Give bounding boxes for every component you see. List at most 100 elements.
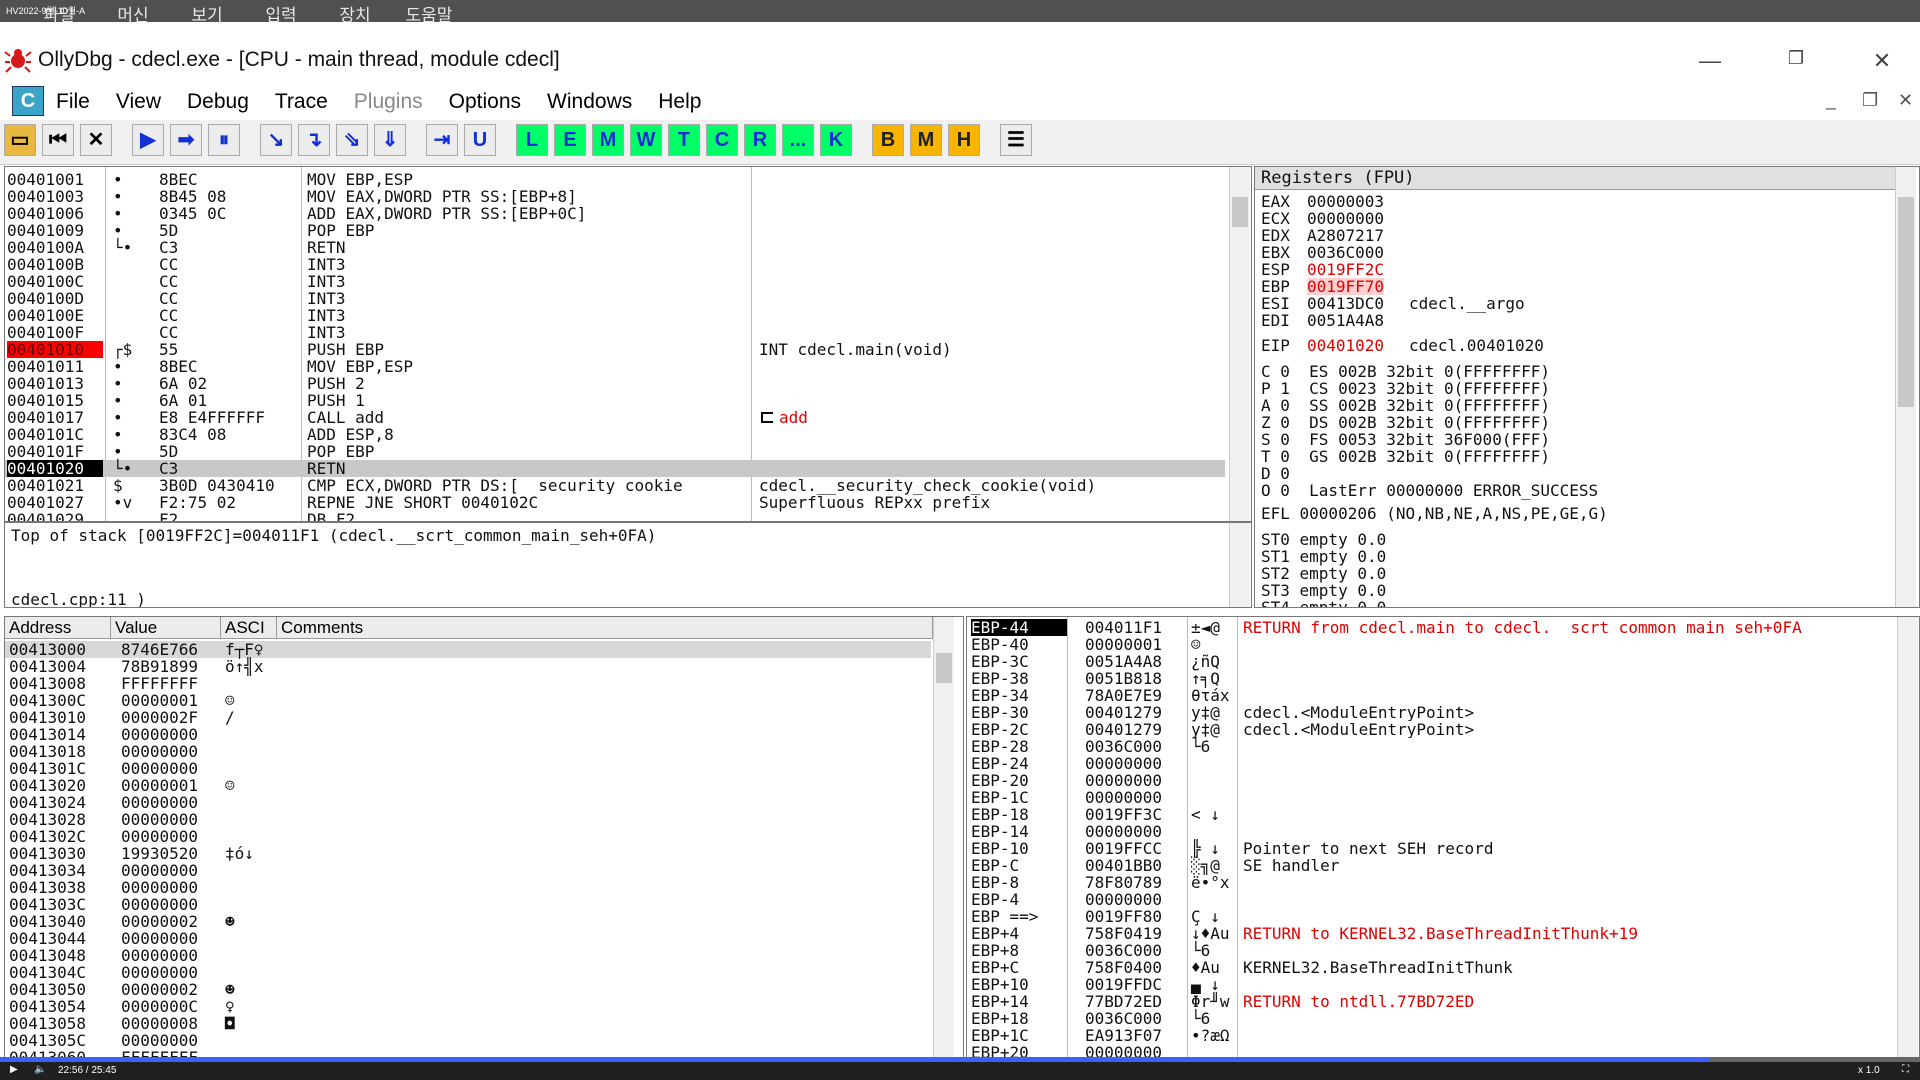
- fpu-row[interactable]: ST1 empty 0.0: [1261, 548, 1386, 565]
- stack-offset[interactable]: EBP+8: [971, 942, 1067, 959]
- dump-address[interactable]: 00413054: [9, 998, 86, 1015]
- execute-till-return-icon[interactable]: ⇥: [426, 124, 458, 156]
- stack-value[interactable]: 0019FF80: [1085, 908, 1162, 925]
- cpu-window-button[interactable]: C: [12, 86, 44, 116]
- flag-row[interactable]: C 0 ES 002B 32bit 0(FFFFFFFF): [1261, 363, 1550, 380]
- menu-help[interactable]: Help: [658, 90, 701, 114]
- eflags-row[interactable]: EFL 00000206 (NO,NB,NE,A,NS,PE,GE,G): [1261, 505, 1608, 522]
- stack-value[interactable]: 00000000: [1085, 1044, 1162, 1057]
- dump-value[interactable]: 00000000: [121, 811, 198, 828]
- dump-value[interactable]: 00000008: [121, 1015, 198, 1032]
- dump-address[interactable]: 00413028: [9, 811, 86, 828]
- dump-address[interactable]: 0041302C: [9, 828, 86, 845]
- dump-address[interactable]: 0041301C: [9, 760, 86, 777]
- stack-offset[interactable]: EBP-28: [971, 738, 1067, 755]
- vm-menu-item[interactable]: 입력: [244, 1, 318, 26]
- step-over-icon[interactable]: ↴: [298, 124, 330, 156]
- dump-address[interactable]: 00413024: [9, 794, 86, 811]
- stack-offset[interactable]: EBP+1C: [971, 1027, 1067, 1044]
- stack-value[interactable]: 0036C000: [1085, 942, 1162, 959]
- stack-value[interactable]: 0036C000: [1085, 738, 1162, 755]
- dump-address[interactable]: 00413058: [9, 1015, 86, 1032]
- stack-value[interactable]: 77BD72ED: [1085, 993, 1162, 1010]
- stack-value[interactable]: 0036C000: [1085, 1010, 1162, 1027]
- dump-value[interactable]: 00000001: [121, 777, 198, 794]
- dump-value[interactable]: 00000001: [121, 692, 198, 709]
- mdi-close-icon[interactable]: ✕: [1898, 90, 1913, 111]
- dump-value[interactable]: 0000002F: [121, 709, 198, 726]
- register-value-eip[interactable]: 00401020: [1307, 337, 1384, 354]
- stack-value[interactable]: 0051B818: [1085, 670, 1162, 687]
- step-into-icon[interactable]: ↘: [260, 124, 292, 156]
- dump-address[interactable]: 00413020: [9, 777, 86, 794]
- stack-value[interactable]: 758F0400: [1085, 959, 1162, 976]
- stack-value[interactable]: 00000000: [1085, 789, 1162, 806]
- menu-file[interactable]: File: [56, 90, 90, 114]
- stack-offset[interactable]: EBP+18: [971, 1010, 1067, 1027]
- stack-offset[interactable]: EBP+C: [971, 959, 1067, 976]
- stack-offset[interactable]: EBP-10: [971, 840, 1067, 857]
- mdi-restore-icon[interactable]: ❐: [1862, 90, 1878, 111]
- dump-value[interactable]: 0000000C: [121, 998, 198, 1015]
- stack-offset[interactable]: EBP-38: [971, 670, 1067, 687]
- flag-row[interactable]: S 0 FS 0053 32bit 36F000(FFF): [1261, 431, 1550, 448]
- close-icon[interactable]: ✕: [1862, 48, 1902, 74]
- register-value[interactable]: 00000003: [1307, 193, 1384, 210]
- stack-offset[interactable]: EBP-14: [971, 823, 1067, 840]
- register-value[interactable]: A2807217: [1307, 227, 1384, 244]
- toolbar-window-c[interactable]: C: [706, 124, 738, 156]
- disassembly-scrollbar[interactable]: [1229, 167, 1250, 521]
- stack-offset[interactable]: EBP-3C: [971, 653, 1067, 670]
- toolbar-window-h[interactable]: H: [948, 124, 980, 156]
- dump-address[interactable]: 00413044: [9, 930, 86, 947]
- restore-icon[interactable]: ❐: [1776, 48, 1816, 69]
- stack-offset[interactable]: EBP+20: [971, 1044, 1067, 1057]
- dump-address[interactable]: 00413034: [9, 862, 86, 879]
- toolbar-window-l[interactable]: L: [516, 124, 548, 156]
- registers-pane[interactable]: Registers (FPU) EAX 00000003 ECX 00000000 ED…: [1254, 166, 1920, 608]
- dump-value[interactable]: 00000000: [121, 794, 198, 811]
- fpu-row[interactable]: ST0 empty 0.0: [1261, 531, 1386, 548]
- dump-header-value[interactable]: Value: [111, 617, 221, 639]
- menu-plugins[interactable]: Plugins: [354, 90, 423, 114]
- dump-value[interactable]: 00000000: [121, 896, 198, 913]
- stack-value[interactable]: 00401BB0: [1085, 857, 1162, 874]
- register-value[interactable]: 0019FF70: [1307, 278, 1385, 295]
- toolbar-window-b[interactable]: B: [872, 124, 904, 156]
- register-value[interactable]: 0051A4A8: [1307, 312, 1384, 329]
- stack-offset[interactable]: EBP-24: [971, 755, 1067, 772]
- dump-value[interactable]: 78B91899: [121, 658, 198, 675]
- dump-address[interactable]: 00413018: [9, 743, 86, 760]
- flag-row[interactable]: T 0 GS 002B 32bit 0(FFFFFFFF): [1261, 448, 1550, 465]
- dump-value[interactable]: 00000000: [121, 930, 198, 947]
- toolbar-window-k[interactable]: K: [820, 124, 852, 156]
- stack-pane[interactable]: EBP-44 004011F1 ±◄@ RETURN from cdecl.main …: [966, 616, 1920, 1058]
- stack-offset[interactable]: EBP+10: [971, 976, 1067, 993]
- dump-address[interactable]: 00413008: [9, 675, 86, 692]
- run-thread-icon[interactable]: ➡: [170, 124, 202, 156]
- dump-value[interactable]: FFFFFFFF: [121, 675, 198, 692]
- pause-icon[interactable]: ⏸: [208, 124, 240, 156]
- dump-scrollbar[interactable]: [933, 617, 954, 1057]
- dump-address[interactable]: 00413000: [9, 641, 86, 658]
- register-value[interactable]: 00413DC0: [1307, 295, 1384, 312]
- stack-offset[interactable]: EBP-40: [971, 636, 1067, 653]
- stack-offset[interactable]: EBP-44: [971, 619, 1067, 636]
- dump-address[interactable]: 00413030: [9, 845, 86, 862]
- stack-value[interactable]: 0019FFCC: [1085, 840, 1162, 857]
- toolbar-window-dots[interactable]: ...: [782, 124, 814, 156]
- stack-offset[interactable]: EBP-1C: [971, 789, 1067, 806]
- vm-menu-item[interactable]: 머신: [96, 1, 170, 26]
- stack-value[interactable]: 00000000: [1085, 891, 1162, 908]
- open-folder-icon[interactable]: ▭: [4, 124, 36, 156]
- stack-offset[interactable]: EBP-2C: [971, 721, 1067, 738]
- vm-menu-item[interactable]: 보기: [170, 1, 244, 26]
- restart-icon[interactable]: ⏮: [42, 124, 74, 156]
- dump-value[interactable]: 19930520: [121, 845, 198, 862]
- dump-address[interactable]: 00413050: [9, 981, 86, 998]
- close-program-icon[interactable]: ✕: [80, 124, 112, 156]
- dump-value[interactable]: 00000000: [121, 726, 198, 743]
- volume-icon[interactable]: 🔈: [34, 1064, 46, 1075]
- dump-value[interactable]: 00000000: [121, 862, 198, 879]
- stack-value[interactable]: 00401279: [1085, 721, 1162, 738]
